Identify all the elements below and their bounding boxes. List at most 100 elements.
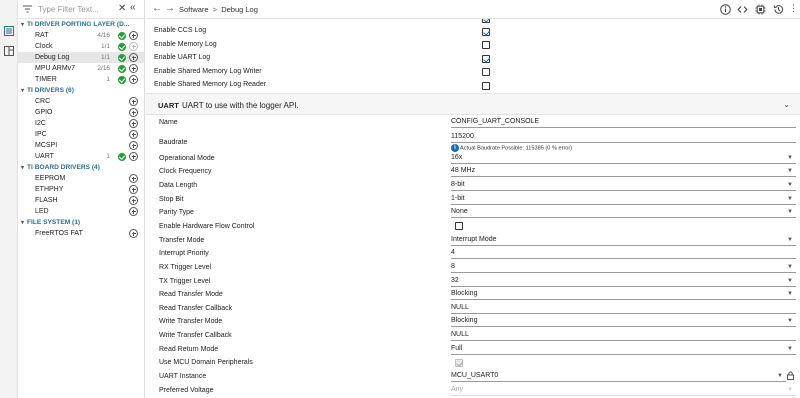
back-icon[interactable]: ← — [152, 3, 162, 14]
add-circle-icon[interactable] — [129, 75, 138, 84]
add-circle-icon[interactable] — [129, 207, 138, 216]
hidden-log-checkbox[interactable] — [482, 19, 490, 23]
prop-value-read-transfer-callback[interactable]: NULL — [451, 303, 796, 314]
dropdown-arrow-icon[interactable]: ▼ — [787, 166, 793, 176]
tree-item-led[interactable]: LED — [18, 206, 144, 217]
dropdown-arrow-icon[interactable]: ▼ — [787, 262, 793, 272]
check-circle-icon — [118, 152, 126, 161]
prop-value-data-length[interactable]: 8-bit ▼ — [451, 180, 796, 191]
prop-value-tx-trigger-level[interactable]: 32 ▼ — [451, 276, 796, 287]
more-menu-icon[interactable]: ⋮ — [789, 3, 798, 14]
prop-value-transfer-mode[interactable]: Interrupt Mode ▼ — [451, 235, 796, 246]
prop-label-data-length: Data Length — [159, 181, 198, 189]
add-circle-icon[interactable] — [129, 108, 138, 117]
tree-item-mpu-armv7[interactable]: MPU ARMv7 2/16 — [18, 63, 144, 74]
add-circle-icon[interactable] — [129, 64, 138, 73]
tree-item-label: EEPROM — [35, 175, 66, 182]
tree-item-rat[interactable]: RAT 4/16 — [18, 30, 144, 41]
prop-checkbox-enable-hardware-flow-control[interactable] — [455, 222, 463, 231]
chevron-down-icon[interactable]: ⌄ — [783, 100, 790, 109]
tree-item-crc[interactable]: CRC — [18, 96, 144, 107]
tree-item-uart[interactable]: UART 1 — [18, 151, 144, 162]
clear-filter-icon[interactable]: ✕ — [118, 3, 126, 14]
add-circle-icon[interactable] — [129, 152, 138, 161]
prop-value-read-transfer-mode[interactable]: Blocking ▼ — [451, 289, 796, 301]
prop-value-read-return-mode[interactable]: Full ▼ — [451, 344, 796, 355]
breadcrumb-software[interactable]: Software — [179, 5, 209, 14]
prop-value-rx-trigger-level[interactable]: 8 ▼ — [451, 262, 796, 273]
tree-group[interactable]: ▾ TI BOARD DRIVERS (4) — [18, 162, 144, 173]
add-circle-icon[interactable] — [129, 229, 138, 238]
collapse-sidebar-icon[interactable]: « — [130, 2, 136, 13]
dropdown-arrow-icon[interactable]: ▼ — [787, 194, 793, 204]
add-circle-icon[interactable] — [129, 185, 138, 194]
lock-icon[interactable] — [787, 371, 794, 380]
baudrate-input[interactable]: 115200 — [451, 132, 796, 143]
dropdown-arrow-icon[interactable]: ▼ — [787, 235, 793, 245]
log-option-label: Enable UART Log — [154, 54, 211, 62]
add-circle-icon[interactable] — [129, 174, 138, 183]
tree-item-i2c[interactable]: I2C — [18, 118, 144, 129]
add-circle-icon[interactable] — [129, 119, 138, 128]
log-option-checkbox[interactable] — [482, 68, 490, 77]
prop-value-text: MCU_USART0 — [451, 372, 499, 380]
tree-group[interactable]: ▾ TI DRIVER PORTING LAYER (D... — [18, 19, 144, 30]
tree-item-gpio[interactable]: GPIO — [18, 107, 144, 118]
code-view-icon[interactable] — [737, 4, 748, 15]
log-option-checkbox[interactable] — [482, 81, 490, 90]
tree-item-eeprom[interactable]: EEPROM — [18, 173, 144, 184]
tree-item-label: FreeRTOS FAT — [35, 230, 83, 237]
dropdown-arrow-icon[interactable]: ▼ — [787, 316, 793, 326]
filter-input[interactable] — [38, 3, 118, 16]
tree-group[interactable]: ▾ TI DRIVERS (6) — [18, 85, 144, 96]
prop-value-parity-type[interactable]: None ▼ — [451, 207, 796, 219]
prop-value-uart-instance[interactable]: MCU_USART0 ▼ — [451, 371, 786, 383]
tree-item-ethphy[interactable]: ETHPHY — [18, 184, 144, 195]
add-circle-icon[interactable] — [129, 196, 138, 205]
prop-value-text: 4 — [451, 249, 455, 257]
dropdown-arrow-icon[interactable]: ▼ — [777, 371, 783, 381]
log-option-checkbox[interactable] — [482, 54, 490, 63]
tree-item-clock[interactable]: Clock 1/1 — [18, 41, 144, 52]
add-circle-icon[interactable] — [129, 141, 138, 150]
add-circle-icon[interactable] — [129, 31, 138, 40]
tree-item-ipc[interactable]: IPC — [18, 129, 144, 140]
add-circle-icon[interactable] — [129, 42, 138, 51]
add-circle-icon[interactable] — [129, 97, 138, 106]
tree-item-label: RAT — [35, 32, 49, 39]
tree-group[interactable]: ▾ FILE SYSTEM (1) — [18, 217, 144, 228]
tree-item-mcspi[interactable]: MCSPI — [18, 140, 144, 151]
info-icon[interactable] — [720, 4, 731, 15]
dropdown-arrow-icon[interactable]: ▼ — [787, 180, 793, 190]
check-circle-icon — [118, 75, 126, 84]
board-icon[interactable] — [4, 46, 14, 56]
prop-value-text: 8-bit — [451, 180, 465, 188]
prop-value-operational-mode[interactable]: 16x ▼ — [451, 153, 796, 164]
add-circle-icon[interactable] — [129, 130, 138, 139]
tree-item-flash[interactable]: FLASH — [18, 195, 144, 206]
dropdown-arrow-icon[interactable]: ▼ — [787, 344, 793, 354]
outline-icon[interactable] — [4, 26, 14, 36]
history-icon[interactable] — [773, 4, 784, 15]
prop-value-preferred-voltage: Any ▼ — [451, 385, 796, 396]
add-circle-icon[interactable] — [129, 53, 138, 62]
prop-value-clock-frequency[interactable]: 48 MHz ▼ — [451, 166, 796, 178]
tree-item-timer[interactable]: TIMER 1 — [18, 74, 144, 85]
chip-icon[interactable] — [755, 4, 766, 15]
dropdown-arrow-icon[interactable]: ▼ — [787, 153, 793, 163]
prop-value-stop-bit[interactable]: 1-bit ▼ — [451, 194, 796, 205]
uart-section-header[interactable]: UART UART to use with the logger API. ⌄ — [146, 93, 800, 115]
forward-icon[interactable]: → — [165, 3, 175, 14]
prop-value-write-transfer-callback[interactable]: NULL — [451, 330, 796, 342]
dropdown-arrow-icon[interactable]: ▼ — [787, 276, 793, 286]
tree-item-debug-log[interactable]: Debug Log 1/1 — [18, 52, 144, 63]
prop-value-name[interactable]: CONFIG_UART_CONSOLE — [451, 117, 796, 128]
log-option-checkbox[interactable] — [482, 27, 490, 36]
prop-value-write-transfer-mode[interactable]: Blocking ▼ — [451, 316, 796, 328]
dropdown-arrow-icon[interactable]: ▼ — [787, 289, 793, 299]
prop-label-baudrate: Baudrate — [159, 138, 188, 146]
dropdown-arrow-icon[interactable]: ▼ — [787, 207, 793, 217]
log-option-checkbox[interactable] — [482, 41, 490, 50]
tree-item-freertos-fat[interactable]: FreeRTOS FAT — [18, 228, 144, 239]
prop-value-interrupt-priority[interactable]: 4 — [451, 248, 796, 260]
